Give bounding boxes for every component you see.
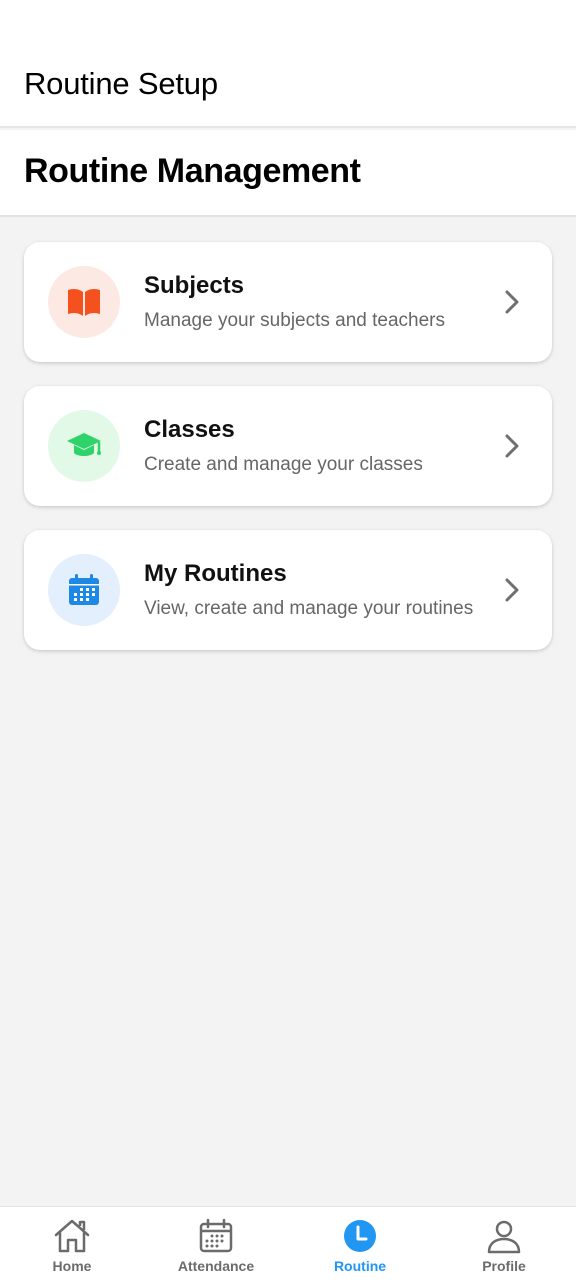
nav-label: Home [52, 1258, 92, 1274]
subjects-icon-badge [48, 266, 120, 338]
clock-icon [341, 1217, 379, 1255]
nav-home[interactable]: Home [0, 1207, 144, 1280]
card-subtitle: Create and manage your classes [144, 454, 423, 475]
chevron-right-icon [505, 290, 519, 314]
card-title: My Routines [144, 560, 287, 587]
card-title: Classes [144, 416, 235, 443]
app-screen: Routine Setup Routine Management Subject… [0, 0, 576, 1280]
card-subtitle: View, create and manage your routines [144, 598, 474, 619]
my-routines-card[interactable]: My Routines View, create and manage your… [24, 530, 552, 650]
card-title: Subjects [144, 272, 245, 299]
classes-card[interactable]: Classes Create and manage your classes [24, 386, 552, 506]
nav-label: Attendance [177, 1258, 255, 1274]
chevron-right-icon [505, 434, 519, 458]
section-heading: Routine Management [24, 152, 361, 190]
book-icon [68, 288, 100, 316]
card-subtitle: Manage your subjects and teachers [144, 310, 446, 331]
page-title: Routine Setup [24, 66, 218, 101]
graduation-cap-icon [67, 433, 101, 456]
nav-label: Profile [482, 1258, 526, 1274]
home-icon [53, 1217, 91, 1255]
section-header: Routine Management [0, 130, 576, 217]
app-bar: Routine Setup [0, 0, 576, 128]
nav-routine[interactable]: Routine [288, 1207, 432, 1280]
bottom-navigation: Home Attendance Routine Profile [0, 1206, 576, 1280]
calendar-icon [197, 1217, 235, 1255]
user-icon [485, 1217, 523, 1255]
routines-icon-badge [48, 554, 120, 626]
classes-icon-badge [48, 410, 120, 482]
chevron-right-icon [505, 578, 519, 602]
calendar-icon [69, 574, 99, 605]
nav-profile[interactable]: Profile [432, 1207, 576, 1280]
subjects-card[interactable]: Subjects Manage your subjects and teache… [24, 242, 552, 362]
nav-label: Routine [333, 1258, 387, 1274]
nav-attendance[interactable]: Attendance [144, 1207, 288, 1280]
